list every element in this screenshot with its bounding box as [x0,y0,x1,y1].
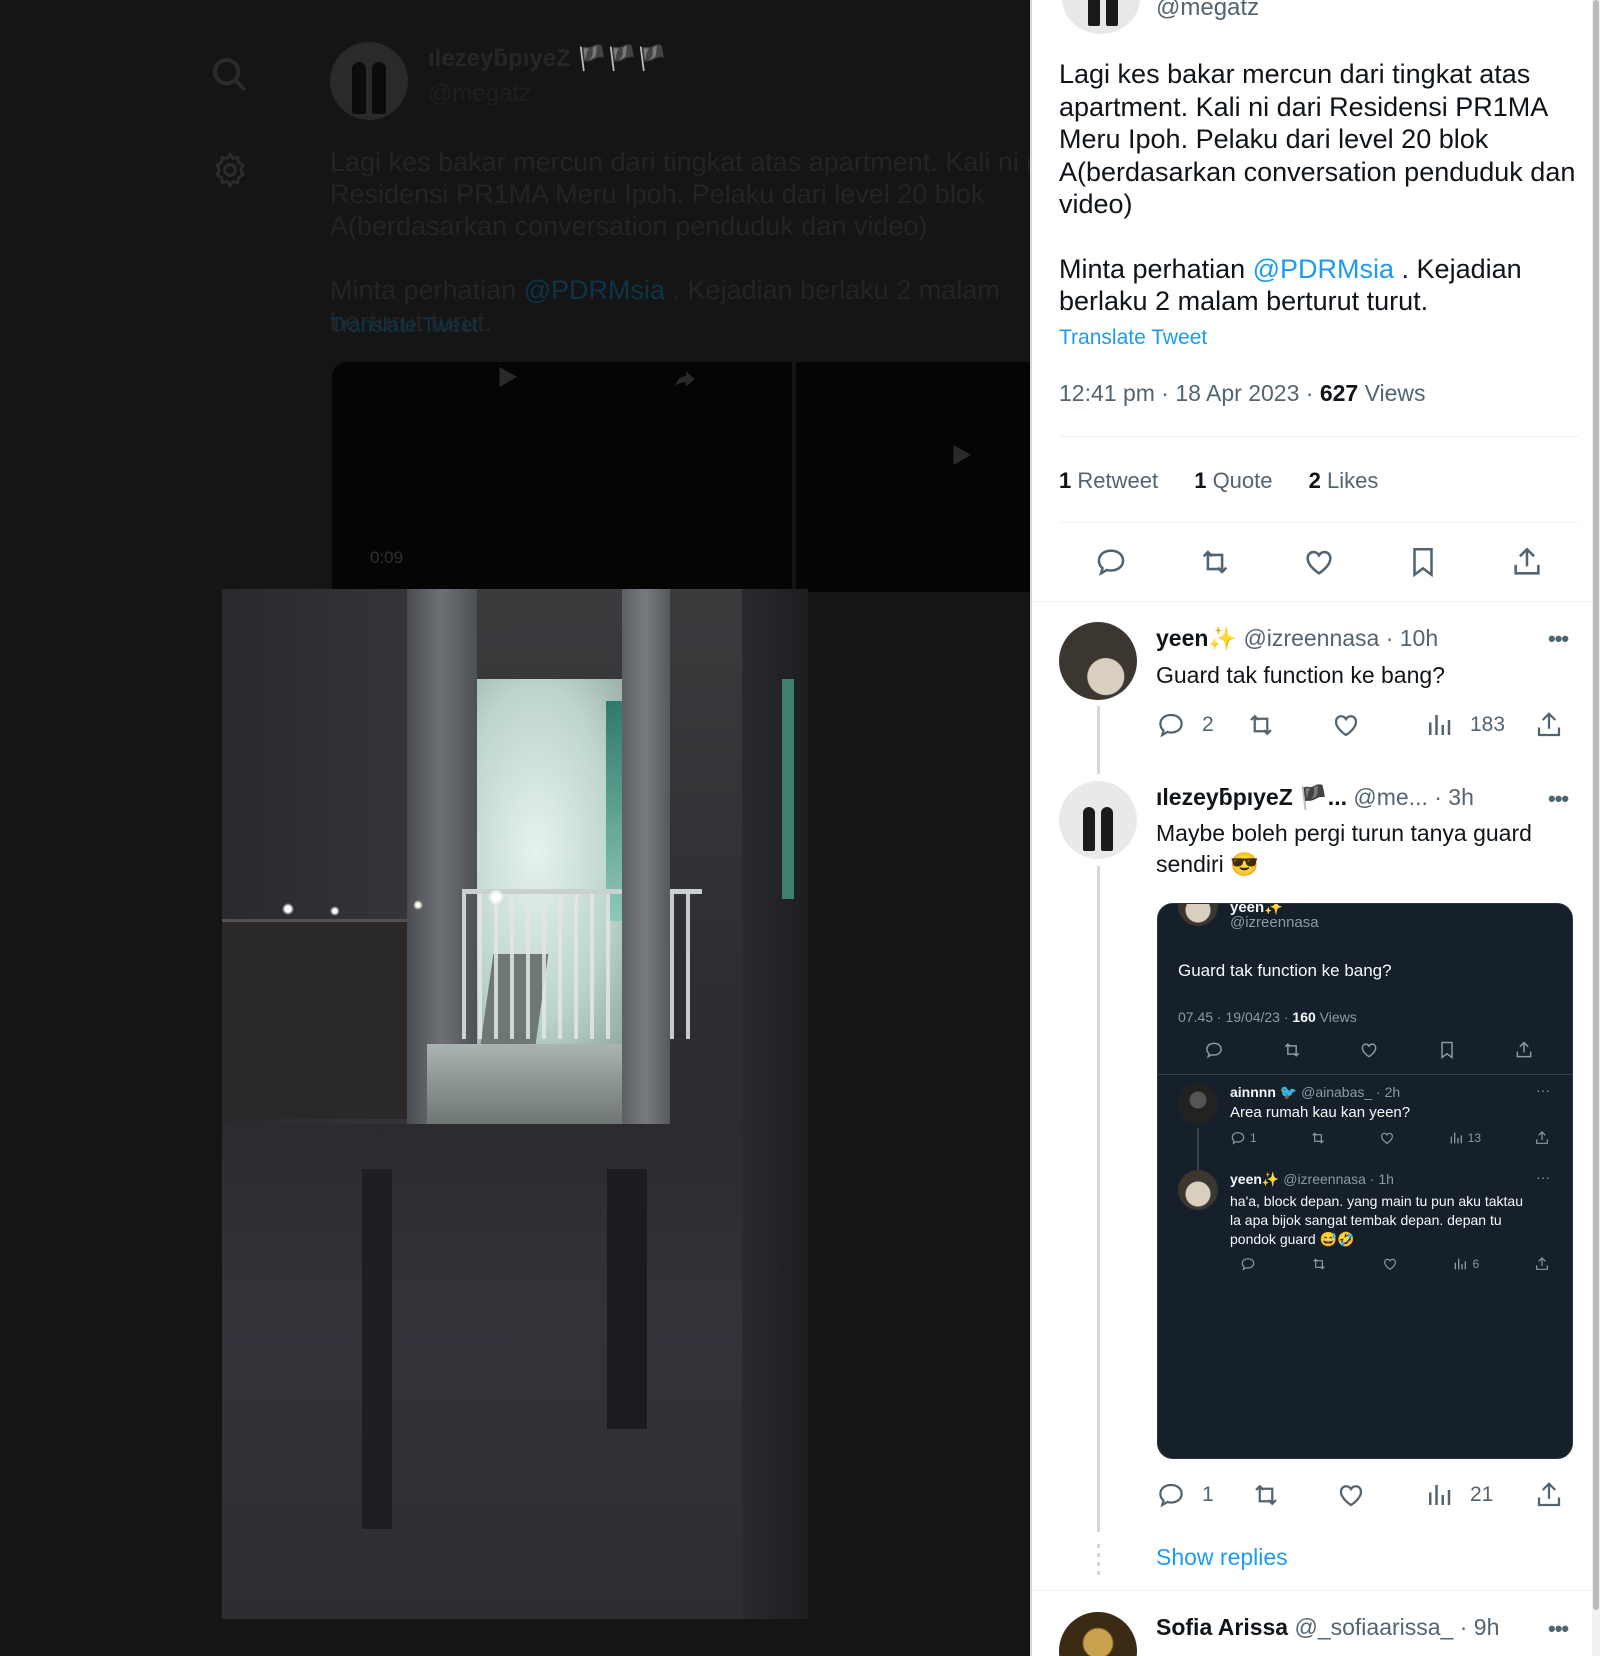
reply-avatar[interactable] [1059,781,1137,859]
more-icon: ··· [1536,1082,1550,1098]
tweet-meta: 12:41 pm · 18 Apr 2023 · 627 Views [1059,380,1426,406]
more-icon[interactable]: ••• [1548,786,1569,812]
embedded-reply-text: ha'a, block depan. yang main tu pun aku … [1230,1193,1523,1247]
embedded-reply-text: Area rumah kau kan yeen? [1230,1104,1411,1121]
video-player[interactable] [222,589,808,1619]
search-icon[interactable] [210,55,250,95]
tweet-stats: 1 Retweet 1 Quote 2 Likes [1059,468,1408,494]
embedded-tweet-text: Guard tak function ke bang? [1178,961,1392,980]
reply-avatar[interactable] [1059,1612,1137,1656]
tweet-text: Lagi kes bakar mercun dari tingkat atas … [1059,59,1576,316]
reply-icon [1159,1483,1183,1508]
embedded-reply-actions: 1 13 [1230,1130,1550,1146]
retweet-stat[interactable]: 1 Retweet [1059,468,1158,493]
reply-icon [1231,1132,1245,1145]
more-icon[interactable]: ••• [1548,626,1569,652]
share-icon [1536,1257,1548,1270]
scrollbar[interactable] [1592,0,1600,1656]
embedded-avatar [1178,904,1218,926]
share-icon [1537,712,1561,737]
translate-tweet-link[interactable]: Translate Tweet [1059,326,1207,350]
views-icon [1429,1485,1451,1505]
embedded-meta: 07.45 · 19/04/23 · 160 Views [1178,1009,1357,1025]
retweet-button[interactable] [1246,710,1276,740]
embedded-screenshot[interactable]: yeen✨ @izreennasa Guard tak function ke … [1157,903,1573,1459]
quote-stat[interactable]: 1 Quote [1194,468,1272,493]
background-author-handle: @megatz [428,80,532,107]
reply-actions: 2 183 [1156,710,1576,746]
share-button[interactable] [1534,1480,1564,1510]
author-handle[interactable]: @megatz [1156,0,1259,22]
views-icon [1455,1258,1467,1270]
share-icon [675,371,695,388]
reply-header: yeen✨ @izreennasa · 10h [1156,625,1439,651]
retweet-icon [1313,1258,1325,1270]
retweet-icon [1284,1043,1299,1057]
share-icon[interactable] [1510,545,1544,579]
share-icon [1537,1482,1561,1507]
retweet-icon [1250,714,1272,736]
retweet-button[interactable] [1251,1480,1281,1510]
reply-avatar[interactable] [1059,622,1137,700]
background-tweet-text: Lagi kes bakar mercun dari tingkat atas … [330,147,1030,337]
more-icon[interactable]: ••• [1548,1616,1569,1642]
gear-icon[interactable] [210,150,250,190]
views-icon [1429,715,1451,735]
share-button[interactable] [1534,710,1564,740]
play-icon [953,445,971,465]
retweet-icon [1311,1132,1324,1144]
embedded-reply-avatar [1178,1170,1218,1210]
reply-icon [1241,1258,1255,1271]
reply-text: Maybe boleh pergi turun tanya guard send… [1156,820,1532,877]
likes-stat[interactable]: 2 Likes [1309,468,1379,493]
like-icon [1361,1043,1377,1058]
retweet-icon[interactable] [1198,545,1232,579]
reply-header: ılezeyƃpıyeZ 🏴... @me... · 3h [1156,784,1474,810]
embedded-reply-avatar [1178,1084,1218,1124]
embedded-actions [1204,1040,1534,1060]
embedded-author-handle: @izreennasa [1230,914,1319,931]
retweet-icon [1255,1484,1277,1506]
share-icon [1536,1131,1548,1144]
views-icon [1450,1132,1462,1144]
reply-button[interactable]: 1 [1156,1480,1214,1510]
like-icon [1334,715,1358,737]
share-icon [1516,1041,1532,1058]
video-duration: 0:09 [370,548,404,567]
firework-sparks [262,889,522,929]
like-icon [1380,1132,1393,1145]
show-replies-link[interactable]: Show replies [1156,1544,1288,1571]
bookmark-icon [1440,1041,1453,1059]
views-button[interactable]: 21 [1424,1480,1493,1510]
author-avatar[interactable] [1062,0,1140,34]
like-button[interactable] [1331,710,1361,740]
like-button[interactable] [1336,1480,1366,1510]
play-icon [499,367,517,387]
reply-icon[interactable] [1094,545,1128,579]
tweet-actions [1059,540,1579,584]
embedded-reply-header: ainnnn 🐦 @ainabas_ · 2h [1230,1084,1401,1100]
bookmark-icon[interactable] [1406,545,1440,579]
reply-header: Sofia Arissa @_sofiaarissa_ · 9h [1156,1614,1500,1640]
background-translate-link[interactable]: Translate Tweet [330,314,478,338]
embedded-reply-header: yeen✨ @izreennasa · 1h [1230,1171,1394,1187]
reply-icon [1206,1042,1222,1059]
mention-link[interactable]: @PDRMsia [1253,254,1394,284]
reply-actions: 1 21 [1156,1480,1576,1516]
background-author-name: ılezeyƃpıyeZ 🏴🏴🏴 [428,45,668,72]
like-icon[interactable] [1302,545,1336,579]
background-video-thumb-2[interactable] [796,362,1030,592]
embedded-reply-actions: 6 [1240,1256,1550,1272]
background-avatar [330,42,408,120]
reply-text: Guard tak function ke bang? [1156,662,1445,688]
like-icon [1339,1485,1363,1507]
reply-icon [1159,713,1183,738]
reply-button[interactable]: 2 [1156,710,1214,740]
more-icon: ··· [1536,1169,1550,1185]
views-button[interactable]: 183 [1424,710,1505,740]
like-icon [1383,1258,1396,1271]
